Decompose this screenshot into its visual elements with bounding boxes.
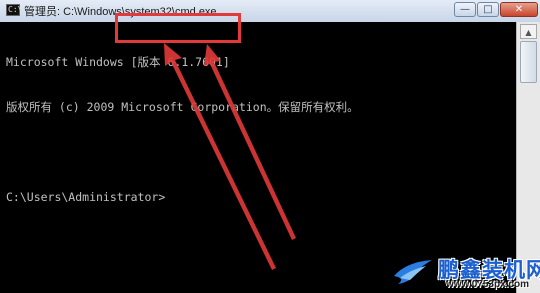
arrow-right-icon <box>204 44 296 240</box>
watermark-url: www.0753px.com <box>446 279 529 290</box>
bird-logo-icon <box>394 260 432 284</box>
site-watermark: 鹏鑫装机网 www.0753px.com <box>390 252 540 293</box>
annotation-arrows <box>164 43 296 270</box>
